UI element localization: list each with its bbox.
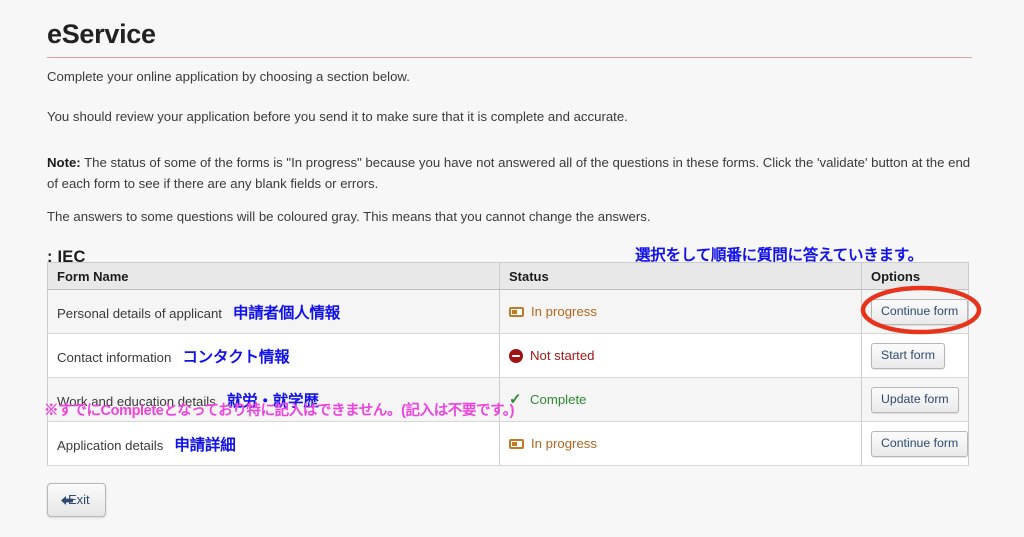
complete-check-icon: ✓	[509, 390, 522, 408]
form-name-jp: コンタクト情報	[182, 348, 290, 366]
table-row: Personal details of applicant 申請者個人情報 In …	[47, 289, 969, 334]
column-header-status: Status	[499, 262, 862, 290]
note-paragraph: Note: The status of some of the forms is…	[47, 152, 972, 194]
start-form-button[interactable]: Start form	[871, 342, 945, 369]
page-container: eService Complete your online applicatio…	[44, 0, 982, 537]
status-label: Not started	[530, 348, 595, 363]
status-cell: Not started	[499, 333, 862, 378]
options-cell: Continue form	[861, 421, 969, 466]
options-cell: Start form	[861, 333, 969, 378]
status-label: In progress	[531, 304, 597, 319]
not-started-icon	[509, 348, 523, 363]
form-name-en: Application details	[57, 437, 164, 453]
continue-form-button[interactable]: Continue form	[871, 430, 969, 457]
intro-line-2: You should review your application befor…	[47, 109, 628, 124]
options-cell: Update form	[861, 377, 969, 422]
form-name-cell: Personal details of applicant 申請者個人情報	[47, 289, 500, 334]
form-name-cell: Contact information コンタクト情報	[47, 333, 500, 378]
table-header-row: Form Name Status Options	[47, 262, 969, 290]
form-name-jp: 申請者個人情報	[232, 304, 341, 322]
continue-form-button[interactable]: Continue form	[871, 298, 969, 325]
options-cell: Continue form	[861, 289, 969, 334]
page-title: eService	[47, 19, 156, 49]
form-name-cell: Work and education details 就労・就学歴 ※すでにCom…	[44, 377, 514, 422]
status-label: Complete	[530, 392, 587, 407]
column-header-options: Options	[861, 262, 969, 290]
forms-table: Form Name Status Options Personal detail…	[44, 262, 969, 466]
exit-button[interactable]: Exit	[47, 483, 106, 517]
form-name-en: Personal details of applicant	[57, 305, 222, 321]
gray-answers-note: The answers to some questions will be co…	[47, 209, 651, 224]
update-form-button[interactable]: Update form	[871, 386, 959, 413]
note-label: Note:	[47, 155, 81, 170]
intro-line-1: Complete your online application by choo…	[47, 69, 410, 84]
table-row: Application details 申請詳細 In progress Cont…	[47, 421, 969, 466]
annotation-pink-note: ※すでにCompleteとなっており特に記入はできません。(記入は不要です。)	[44, 403, 515, 419]
in-progress-icon	[509, 306, 524, 317]
note-body: The status of some of the forms is "In p…	[47, 155, 971, 191]
form-name-en: Contact information	[57, 349, 172, 365]
form-name-jp: 申請詳細	[174, 436, 236, 454]
table-row: Work and education details 就労・就学歴 ※すでにCom…	[44, 377, 969, 422]
status-cell: ✓ Complete	[499, 377, 862, 422]
status-cell: In progress	[499, 289, 862, 334]
table-row: Contact information コンタクト情報 Not started S…	[47, 333, 969, 378]
form-name-cell: Application details 申請詳細	[47, 421, 500, 466]
title-divider	[47, 57, 972, 58]
status-cell: In progress	[499, 421, 862, 466]
status-label: In progress	[531, 436, 597, 451]
column-header-form-name: Form Name	[47, 262, 500, 290]
in-progress-icon	[509, 438, 524, 449]
